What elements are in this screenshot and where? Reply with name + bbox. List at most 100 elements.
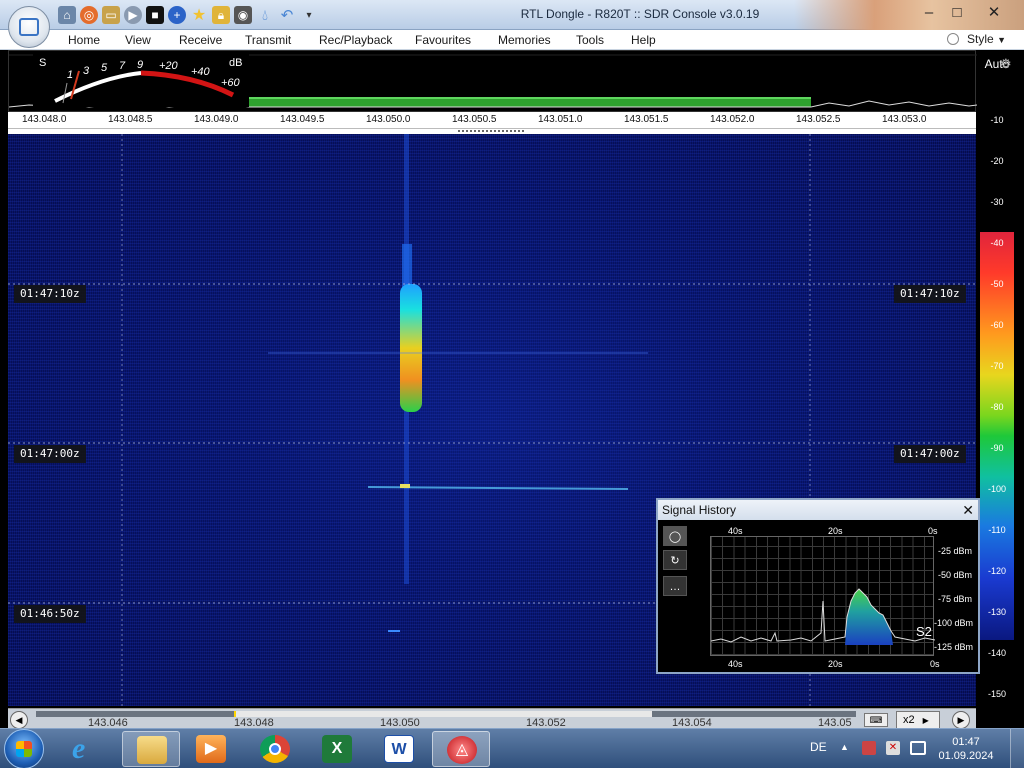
settings-gear-icon[interactable]: ⚙ xyxy=(1000,56,1012,72)
home-icon[interactable]: ⌂ xyxy=(58,6,76,24)
menu-bar: Home View Receive Transmit Rec/Playback … xyxy=(0,30,1024,50)
menu-memories[interactable]: Memories xyxy=(498,33,551,47)
keyboard-icon[interactable]: ⌨ xyxy=(864,713,888,727)
star-icon[interactable]: ★ xyxy=(190,6,208,24)
scale-label: -60 xyxy=(990,320,1004,330)
network-icon[interactable] xyxy=(910,741,926,755)
plus-icon[interactable]: + xyxy=(168,6,186,24)
band-scroller[interactable]: ◀ 143.046 143.048 143.050 143.052 143.05… xyxy=(8,708,976,730)
style-icon xyxy=(947,33,960,45)
menu-favourites[interactable]: Favourites xyxy=(415,33,471,47)
application-menu-button[interactable] xyxy=(8,6,50,48)
word-icon: W xyxy=(384,735,414,763)
start-button[interactable] xyxy=(4,729,44,768)
s-scale-plus40: +40 xyxy=(191,66,210,78)
menu-view[interactable]: View xyxy=(125,33,151,47)
time-marker-right: 01:47:00z xyxy=(894,445,966,463)
drop-icon[interactable]: 💧︎ xyxy=(256,6,274,24)
menu-home[interactable]: Home xyxy=(68,33,100,47)
time-marker-left: 01:47:00z xyxy=(14,445,86,463)
taskbar-word[interactable]: W xyxy=(370,731,428,767)
menu-receive[interactable]: Receive xyxy=(179,33,222,47)
zoom-button[interactable]: x2 ▶ xyxy=(896,711,940,729)
color-scale-bar xyxy=(980,232,1014,640)
lock-icon[interactable]: 🔒︎ xyxy=(212,6,230,24)
menu-tools[interactable]: Tools xyxy=(576,33,604,47)
taskbar-media-player[interactable]: ▶ xyxy=(182,731,240,767)
reset-icon[interactable]: ↻ xyxy=(663,550,687,570)
close-icon[interactable]: ✕ xyxy=(962,500,974,520)
dbm-label: -75 dBm xyxy=(938,594,973,604)
scale-label: -140 xyxy=(987,648,1006,658)
scroll-right-icon[interactable]: ▶ xyxy=(952,711,970,729)
clock-time: 01:47 xyxy=(952,736,980,748)
tray-device-icon[interactable] xyxy=(862,741,876,755)
time-label-top: 40s xyxy=(728,526,743,536)
show-hidden-icons-icon[interactable]: ▲ xyxy=(840,742,849,752)
time-label-bottom: 40s xyxy=(728,659,743,669)
spectrum-display[interactable]: S 1 3 5 7 9 +20 +40 +60 dB xyxy=(8,50,977,112)
time-marker-right: 01:47:10z xyxy=(894,285,966,303)
s-meter: S 1 3 5 7 9 +20 +40 +60 dB xyxy=(33,53,249,107)
minimize-button[interactable]: – xyxy=(916,3,942,23)
time-marker-left: 01:46:50z xyxy=(14,605,86,623)
dbm-label: -25 dBm xyxy=(938,546,973,556)
s-meter-s-label: S xyxy=(39,57,47,69)
band-viewport[interactable] xyxy=(234,711,652,717)
taskbar-file-explorer[interactable] xyxy=(122,731,180,767)
show-desktop-button[interactable] xyxy=(1010,729,1024,768)
signal-history-title: Signal History xyxy=(662,503,737,517)
s-scale-9: 9 xyxy=(137,59,144,71)
signal-history-trace xyxy=(711,588,935,645)
tray-flag-icon[interactable]: ✕ xyxy=(886,741,900,755)
time-label-bottom: 0s xyxy=(930,659,940,669)
media-player-icon: ▶ xyxy=(196,735,226,763)
lifebuoy-icon[interactable]: ◎ xyxy=(80,6,98,24)
undo-icon[interactable]: ↶ xyxy=(278,6,296,24)
signal-history-window[interactable]: Signal History ✕ ◯ ↻ … 40s 20s 0s -25 dB… xyxy=(656,498,980,674)
freq-label: 143.048.5 xyxy=(108,114,153,125)
stop-icon[interactable]: ■ xyxy=(146,6,164,24)
language-indicator[interactable]: DE xyxy=(810,740,827,754)
menu-help[interactable]: Help xyxy=(631,33,656,47)
freq-label: 143.048.0 xyxy=(22,114,67,125)
signal-history-titlebar[interactable]: Signal History ✕ xyxy=(658,500,978,520)
scroll-left-icon[interactable]: ◀ xyxy=(10,711,28,729)
more-options-icon[interactable]: … xyxy=(663,576,687,596)
taskbar-excel[interactable]: X xyxy=(308,731,366,767)
menu-transmit[interactable]: Transmit xyxy=(245,33,291,47)
freq-label: 143.049.0 xyxy=(194,114,239,125)
title-bar: ⌂ ◎ ▭ ▶ ■ + ★ 🔒︎ ◉ 💧︎ ↶ ▾ RTL Dongle - R… xyxy=(0,0,1024,30)
folder-icon[interactable]: ▭ xyxy=(102,6,120,24)
color-scale[interactable]: -10 -20 -30 -40 -50 -60 -70 -80 -90 -100… xyxy=(978,76,1016,706)
scale-label: -110 xyxy=(988,525,1006,535)
s-scale-3: 3 xyxy=(83,65,90,77)
signal-history-plot xyxy=(710,536,935,656)
excel-icon: X xyxy=(322,735,352,763)
camera-icon[interactable]: ◉ xyxy=(234,6,252,24)
dropdown-icon[interactable]: ▾ xyxy=(300,6,318,24)
taskbar-chrome[interactable] xyxy=(246,731,304,767)
freq-label: 143.053.0 xyxy=(882,114,927,125)
clock-date: 01.09.2024 xyxy=(938,750,994,762)
taskbar-internet-explorer[interactable]: e xyxy=(58,731,116,767)
menu-rec-playback[interactable]: Rec/Playback xyxy=(319,33,392,47)
style-dropdown[interactable]: Style ▼ xyxy=(947,32,1006,46)
freq-label: 143.050.0 xyxy=(366,114,411,125)
record-icon[interactable]: ◯ xyxy=(663,526,687,546)
taskbar-sdr-console[interactable]: ◬ xyxy=(432,731,490,767)
s-scale-plus60: +60 xyxy=(221,77,240,89)
maximize-button[interactable]: □ xyxy=(944,3,970,23)
system-clock[interactable]: 01:47 01.09.2024 xyxy=(938,735,994,763)
time-label-bottom: 20s xyxy=(828,659,843,669)
time-marker-left: 01:47:10z xyxy=(14,285,86,303)
dbm-label: -100 dBm xyxy=(934,618,974,628)
dbm-label: -125 dBm xyxy=(934,642,974,652)
frequency-ruler[interactable]: 143.048.0 143.048.5 143.049.0 143.049.5 … xyxy=(8,112,976,128)
freq-label: 143.051.5 xyxy=(624,114,669,125)
scale-label: -130 xyxy=(987,607,1006,617)
scale-label: -70 xyxy=(990,361,1004,371)
style-label: Style xyxy=(967,32,994,46)
close-button[interactable]: ✕ xyxy=(980,3,1008,23)
play-icon[interactable]: ▶ xyxy=(124,6,142,24)
